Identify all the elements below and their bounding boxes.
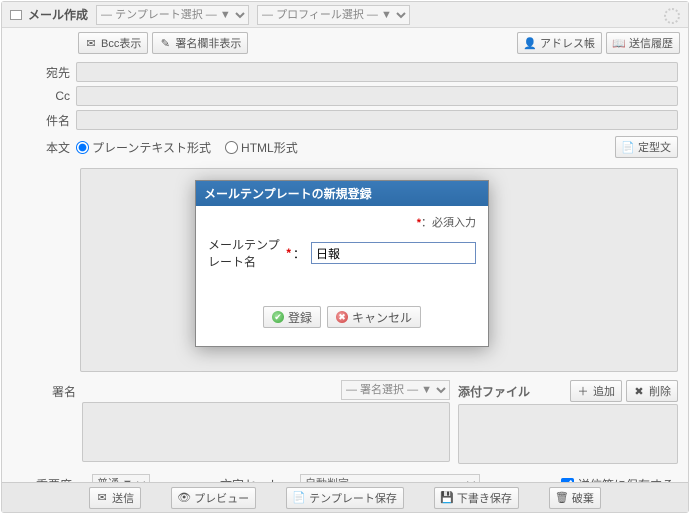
cc-input[interactable] <box>76 86 678 106</box>
signature-icon: ✎ <box>159 37 171 49</box>
address-book-button[interactable]: 👤アドレス帳 <box>517 32 602 54</box>
preview-icon: 👁 <box>178 492 190 504</box>
format-plain-radio[interactable]: プレーンテキスト形式 <box>76 139 211 156</box>
draft-icon: 💾 <box>441 492 453 504</box>
template-select[interactable]: — テンプレート選択 — ▼ <box>96 5 249 25</box>
required-note: *：必須入力 <box>208 214 476 230</box>
hide-signature-button[interactable]: ✎署名欄非表示 <box>152 32 248 54</box>
send-button[interactable]: ✉送信 <box>89 487 141 509</box>
cancel-icon: ✖ <box>336 311 348 323</box>
preview-button[interactable]: 👁プレビュー <box>171 487 256 509</box>
discard-button[interactable]: 🗑破棄 <box>549 487 601 509</box>
mail-icon <box>10 10 22 20</box>
subject-input[interactable] <box>76 110 678 130</box>
subject-label: 件名 <box>12 112 76 129</box>
signature-editor[interactable] <box>82 402 450 462</box>
compose-fields: 宛先 Cc 件名 本文 プレーンテキスト形式 HTML形式 📄定型文 <box>2 60 688 164</box>
bcc-toggle-button[interactable]: ✉Bcc表示 <box>78 32 148 54</box>
template-icon: 📄 <box>293 492 305 504</box>
header: メール作成 — テンプレート選択 — ▼ — プロフィール選択 — ▼ <box>2 2 688 28</box>
add-icon: ＋ <box>577 385 589 397</box>
dialog-ok-button[interactable]: ✔登録 <box>263 306 321 328</box>
discard-icon: 🗑 <box>556 492 568 504</box>
template-name-label: メールテンプレート名 <box>208 236 284 270</box>
cc-label: Cc <box>12 89 76 103</box>
ok-icon: ✔ <box>272 311 284 323</box>
toolbar: ✉Bcc表示 ✎署名欄非表示 👤アドレス帳 📖送信履歴 <box>2 28 688 60</box>
save-template-button[interactable]: 📄テンプレート保存 <box>286 487 404 509</box>
attach-label: 添付ファイル <box>458 383 566 400</box>
format-html-radio[interactable]: HTML形式 <box>225 139 298 156</box>
bcc-icon: ✉ <box>85 37 97 49</box>
send-icon: ✉ <box>96 492 108 504</box>
page-title: メール作成 <box>28 6 88 23</box>
to-input[interactable] <box>76 62 678 82</box>
fixed-text-button[interactable]: 📄定型文 <box>615 136 678 158</box>
history-icon: 📖 <box>613 37 625 49</box>
bottom-toolbar: ✉送信 👁プレビュー 📄テンプレート保存 💾下書き保存 🗑破棄 <box>2 482 688 512</box>
attach-add-button[interactable]: ＋追加 <box>570 380 622 402</box>
dialog-cancel-button[interactable]: ✖キャンセル <box>327 306 421 328</box>
signature-label: 署名 <box>12 380 82 462</box>
busy-spinner-icon <box>664 8 680 24</box>
fixed-text-icon: 📄 <box>622 141 634 153</box>
lower-panels: 署名 — 署名選択 — ▼ 添付ファイル ＋追加 ✖削除 <box>2 372 688 468</box>
attach-delete-button[interactable]: ✖削除 <box>626 380 678 402</box>
new-template-dialog: メールテンプレートの新規登録 *：必須入力 メールテンプレート名*： ✔登録 ✖… <box>195 180 489 347</box>
send-history-button[interactable]: 📖送信履歴 <box>606 32 680 54</box>
save-draft-button[interactable]: 💾下書き保存 <box>434 487 519 509</box>
compose-window: メール作成 — テンプレート選択 — ▼ — プロフィール選択 — ▼ ✉Bcc… <box>1 1 689 513</box>
to-label: 宛先 <box>12 64 76 81</box>
address-book-icon: 👤 <box>524 37 536 49</box>
template-name-input[interactable] <box>311 242 476 264</box>
signature-select[interactable]: — 署名選択 — ▼ <box>341 380 450 400</box>
attach-list[interactable] <box>458 404 678 464</box>
profile-select[interactable]: — プロフィール選択 — ▼ <box>257 5 410 25</box>
body-label: 本文 <box>12 139 76 156</box>
delete-icon: ✖ <box>633 385 645 397</box>
dialog-title: メールテンプレートの新規登録 <box>196 181 488 206</box>
